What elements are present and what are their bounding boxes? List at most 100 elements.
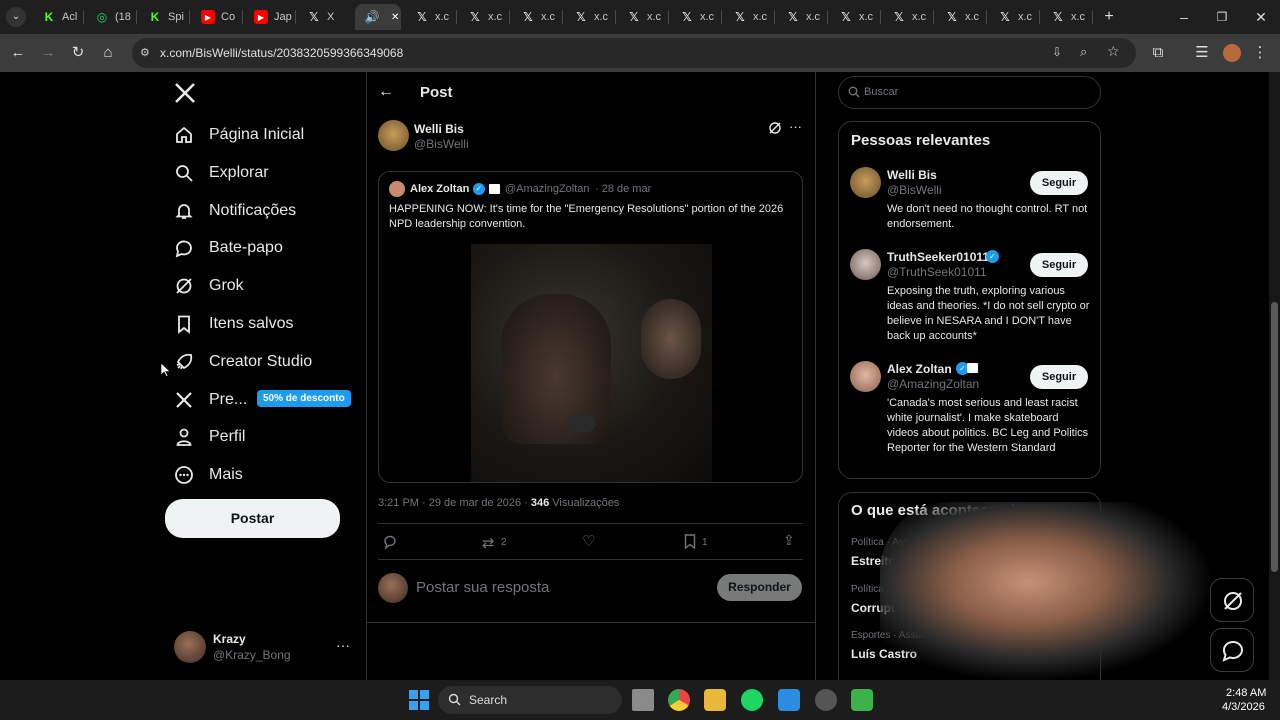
- sidebar-item-explorar[interactable]: Explorar: [173, 157, 269, 189]
- x-icon: 𝕏: [682, 10, 692, 24]
- close-window-button[interactable]: ✕: [1252, 8, 1270, 26]
- search-box[interactable]: Buscar: [838, 76, 1101, 109]
- install-app-icon[interactable]: ⇩: [1052, 45, 1062, 59]
- search-icon: [173, 162, 195, 184]
- bookmark-star-icon[interactable]: ☆: [1107, 43, 1120, 60]
- avatar[interactable]: [850, 249, 881, 280]
- grok-floating-button[interactable]: [1210, 578, 1254, 622]
- follow-button[interactable]: Seguir: [1030, 171, 1088, 195]
- retweet-icon[interactable]: ⇄: [482, 534, 495, 552]
- browser-tab[interactable]: ▶ Jap: [244, 4, 296, 30]
- close-tab-icon[interactable]: ✕: [391, 12, 399, 23]
- app-icon-green[interactable]: [851, 689, 873, 711]
- new-tab-button[interactable]: +: [1100, 8, 1118, 26]
- clock-date[interactable]: 4/3/2026: [1222, 701, 1265, 713]
- author-name[interactable]: Welli Bis: [414, 122, 464, 136]
- more-icon[interactable]: ···: [336, 637, 350, 653]
- browser-tab[interactable]: 𝕏x.c: [776, 4, 828, 30]
- taskbar-search[interactable]: Search: [438, 686, 622, 714]
- browser-tab[interactable]: 𝕏x.c: [670, 4, 722, 30]
- sidebar-item-pre[interactable]: Pre...: [173, 384, 247, 416]
- browser-tab[interactable]: 𝕏x.c: [988, 4, 1040, 30]
- grok-icon[interactable]: [768, 121, 782, 135]
- browser-tab[interactable]: 𝕏x.c: [829, 4, 881, 30]
- author-avatar[interactable]: [378, 120, 409, 151]
- sidebar-item-p-gina-inicial[interactable]: Página Inicial: [173, 119, 304, 151]
- browser-tab[interactable]: 𝕏x.c: [723, 4, 775, 30]
- person-name[interactable]: Alex Zoltan: [887, 362, 952, 376]
- back-button[interactable]: ←: [8, 43, 28, 63]
- reply-icon[interactable]: [382, 534, 398, 550]
- person-name[interactable]: TruthSeeker01011: [887, 250, 989, 264]
- quoted-video[interactable]: [471, 244, 712, 482]
- browser-tab[interactable]: 𝕏x.c: [882, 4, 934, 30]
- avatar[interactable]: [850, 361, 881, 392]
- browser-tab[interactable]: 🔊 ✕: [355, 4, 401, 30]
- menu-icon[interactable]: ⋮: [1250, 43, 1270, 63]
- reading-list-icon[interactable]: ☰: [1192, 43, 1212, 63]
- video-person-right: [641, 299, 701, 379]
- sidebar-item-creator-studio[interactable]: Creator Studio: [173, 346, 312, 378]
- maximize-button[interactable]: ❐: [1213, 8, 1231, 26]
- home-button[interactable]: ⌂: [98, 43, 118, 63]
- post-button[interactable]: Postar: [165, 499, 340, 538]
- page-scrollbar[interactable]: [1269, 72, 1280, 680]
- app-icon-notification[interactable]: [815, 689, 837, 711]
- tab-search-button[interactable]: ⌄: [6, 7, 26, 27]
- account-switcher[interactable]: Krazy @Krazy_Bong ···: [172, 629, 352, 669]
- address-bar[interactable]: ⚙ x.com/BisWelli/status/2038320599366349…: [132, 38, 1136, 68]
- forward-button[interactable]: →: [38, 43, 58, 63]
- person-name[interactable]: Welli Bis: [887, 168, 937, 182]
- app-icon-blue[interactable]: [778, 689, 800, 711]
- share-icon[interactable]: ⇪: [783, 532, 795, 549]
- premium-discount-badge[interactable]: 50% de desconto: [257, 390, 351, 407]
- browser-tab[interactable]: 𝕏x.c: [564, 4, 616, 30]
- x-logo-icon[interactable]: [174, 82, 196, 104]
- sidebar-item-perfil[interactable]: Perfil: [173, 421, 245, 453]
- follow-button[interactable]: Seguir: [1030, 253, 1088, 277]
- avatar[interactable]: [850, 167, 881, 198]
- sidebar-item-grok[interactable]: Grok: [173, 270, 244, 302]
- reply-input[interactable]: Postar sua resposta: [416, 579, 549, 596]
- reload-button[interactable]: ↻: [68, 43, 88, 63]
- browser-tab[interactable]: K Spi: [138, 4, 190, 30]
- sidebar-item-label: Explorar: [209, 163, 269, 181]
- browser-tab[interactable]: ▶ Co: [191, 4, 243, 30]
- tab-label: x.c: [912, 11, 927, 23]
- site-info-icon[interactable]: ⚙: [140, 46, 154, 60]
- start-icon[interactable]: [408, 689, 430, 711]
- browser-tab[interactable]: 𝕏x.c: [511, 4, 563, 30]
- browser-tab[interactable]: 𝕏x.c: [617, 4, 669, 30]
- sidebar-item-bate-papo[interactable]: Bate-papo: [173, 232, 283, 264]
- sidebar-item-notifica-es[interactable]: Notificações: [173, 195, 296, 227]
- messages-floating-button[interactable]: [1210, 628, 1254, 672]
- browser-tab[interactable]: 𝕏X: [297, 4, 349, 30]
- sidebar-item-itens-salvos[interactable]: Itens salvos: [173, 308, 293, 340]
- quoted-post-card[interactable]: Alex Zoltan ✓ @AmazingZoltan · 28 de mar…: [378, 171, 803, 483]
- back-arrow-icon[interactable]: ←: [378, 83, 394, 101]
- tab-label: x.c: [435, 11, 450, 23]
- author-handle[interactable]: @BisWelli: [414, 137, 469, 151]
- reply-button[interactable]: Responder: [717, 574, 802, 601]
- browser-tab[interactable]: 𝕏x.c: [935, 4, 987, 30]
- post-more-icon[interactable]: ···: [789, 119, 802, 134]
- browser-tab[interactable]: K Acl: [32, 4, 84, 30]
- minimize-button[interactable]: –: [1175, 8, 1193, 26]
- browser-toolbar: ← → ↻ ⌂ ⚙ x.com/BisWelli/status/20383205…: [0, 34, 1280, 72]
- spotify-icon[interactable]: [741, 689, 763, 711]
- browser-tab[interactable]: 𝕏x.c: [458, 4, 510, 30]
- chrome-icon[interactable]: [668, 689, 690, 711]
- browser-tab[interactable]: 𝕏x.c: [1041, 4, 1093, 30]
- sidebar-item-mais[interactable]: Mais: [173, 459, 243, 491]
- extensions-icon[interactable]: ⧉: [1148, 43, 1168, 63]
- profile-avatar[interactable]: [1223, 44, 1241, 62]
- file-explorer-icon[interactable]: [704, 689, 726, 711]
- follow-button[interactable]: Seguir: [1030, 365, 1088, 389]
- like-icon[interactable]: ♡: [582, 532, 595, 550]
- task-view-icon[interactable]: [632, 689, 654, 711]
- clock-time[interactable]: 2:48 AM: [1226, 687, 1266, 699]
- bookmark-icon[interactable]: [684, 534, 696, 550]
- zoom-icon[interactable]: ⌕: [1080, 44, 1087, 60]
- browser-tab[interactable]: 𝕏x.c: [405, 4, 457, 30]
- browser-tab[interactable]: ◎ (18: [85, 4, 137, 30]
